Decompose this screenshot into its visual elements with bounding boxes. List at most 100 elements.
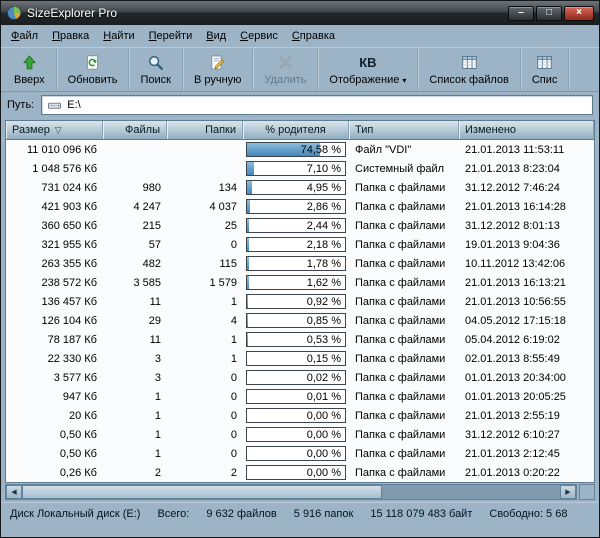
cell-modified: 01.01.2013 20:05:25	[459, 387, 594, 406]
column-header-files[interactable]: Файлы	[103, 121, 167, 139]
cell-folders: 4	[167, 311, 243, 330]
percent-label: 1,62 %	[307, 276, 341, 289]
cell-folders: 115	[167, 254, 243, 273]
toolbar-button-label: Вверх	[14, 74, 45, 86]
menu-item-правка[interactable]: Правка	[45, 27, 96, 45]
cell-percent: 0,00 %	[243, 406, 349, 425]
cell-modified: 21.01.2013 2:55:19	[459, 406, 594, 425]
cell-folders: 1	[167, 349, 243, 368]
menu-item-сервис[interactable]: Сервис	[233, 27, 285, 45]
cell-folders	[167, 140, 243, 159]
table-row[interactable]: 360 650 Кб215252,44 %Папка с файлами31.1…	[6, 216, 594, 235]
cell-modified: 19.01.2013 9:04:36	[459, 235, 594, 254]
table-row[interactable]: 263 355 Кб4821151,78 %Папка с файлами10.…	[6, 254, 594, 273]
percent-fill	[247, 276, 249, 289]
table-row[interactable]: 11 010 096 Кб74,58 %Файл "VDI"21.01.2013…	[6, 140, 594, 159]
table-row[interactable]: 78 187 Кб1110,53 %Папка с файлами05.04.2…	[6, 330, 594, 349]
table-row[interactable]: 0,26 Кб220,00 %Папка с файлами21.01.2013…	[6, 463, 594, 482]
percent-progress-bar: 0,00 %	[246, 465, 346, 480]
percent-label: 74,58 %	[301, 143, 341, 156]
title-bar[interactable]: SizeExplorer Pro –□×	[1, 1, 599, 25]
kb-text-icon: КВ	[359, 54, 376, 71]
path-input[interactable]: E:\	[41, 95, 593, 115]
cell-size: 0,26 Кб	[6, 463, 103, 482]
column-header-folders[interactable]: Папки	[167, 121, 243, 139]
table-row[interactable]: 3 577 Кб300,02 %Папка с файлами01.01.201…	[6, 368, 594, 387]
table-row[interactable]: 1 048 576 Кб7,10 %Системный файл21.01.20…	[6, 159, 594, 178]
cell-modified: 10.11.2012 13:42:06	[459, 254, 594, 273]
cell-folders: 1	[167, 330, 243, 349]
percent-label: 0,00 %	[307, 409, 341, 422]
scroll-track[interactable]	[22, 485, 560, 499]
percent-label: 2,44 %	[307, 219, 341, 232]
percent-label: 0,53 %	[307, 333, 341, 346]
cell-files: 1	[103, 406, 167, 425]
cell-percent: 0,85 %	[243, 311, 349, 330]
toolbar-button-label: Спис	[532, 74, 558, 86]
delete-icon	[277, 54, 294, 71]
cell-type: Папка с файлами	[349, 368, 459, 387]
manual-button[interactable]: В ручную	[183, 49, 253, 90]
cell-modified: 01.01.2013 20:34:00	[459, 368, 594, 387]
search-button[interactable]: Поиск	[129, 49, 182, 90]
table-row[interactable]: 0,50 Кб100,00 %Папка с файлами31.12.2012…	[6, 425, 594, 444]
cell-type: Системный файл	[349, 159, 459, 178]
cell-files: 11	[103, 292, 167, 311]
menu-item-найти[interactable]: Найти	[96, 27, 141, 45]
percent-progress-bar: 2,86 %	[246, 199, 346, 214]
table-row[interactable]: 20 Кб100,00 %Папка с файлами21.01.2013 2…	[6, 406, 594, 425]
cell-type: Папка с файлами	[349, 406, 459, 425]
file-list-button[interactable]: Список файлов	[418, 49, 520, 90]
menu-item-перейти[interactable]: Перейти	[142, 27, 200, 45]
app-icon	[6, 5, 22, 21]
table-row[interactable]: 22 330 Кб310,15 %Папка с файлами02.01.20…	[6, 349, 594, 368]
cell-percent: 0,92 %	[243, 292, 349, 311]
menu-item-вид[interactable]: Вид	[199, 27, 233, 45]
scroll-left-arrow-icon[interactable]: ◀	[6, 485, 22, 499]
delete-button[interactable]: Удалить	[253, 49, 318, 90]
scroll-right-arrow-icon[interactable]: ▶	[560, 485, 576, 499]
cell-size: 20 Кб	[6, 406, 103, 425]
table-row[interactable]: 947 Кб100,01 %Папка с файлами01.01.2013 …	[6, 387, 594, 406]
cell-modified: 21.01.2013 16:14:28	[459, 197, 594, 216]
cell-size: 731 024 Кб	[6, 178, 103, 197]
cell-size: 421 903 Кб	[6, 197, 103, 216]
percent-fill	[247, 200, 250, 213]
horizontal-scrollbar[interactable]: ◀ ▶	[5, 484, 577, 500]
column-header-size[interactable]: Размер▽	[6, 121, 103, 139]
table-row[interactable]: 321 955 Кб5702,18 %Папка с файлами19.01.…	[6, 235, 594, 254]
table-row[interactable]: 126 104 Кб2940,85 %Папка с файлами04.05.…	[6, 311, 594, 330]
cell-modified: 31.12.2012 7:46:24	[459, 178, 594, 197]
window-resize-edge	[1, 524, 599, 537]
table-row[interactable]: 0,50 Кб100,00 %Папка с файлами21.01.2013…	[6, 444, 594, 463]
file-list-2-button[interactable]: Спис	[521, 49, 570, 90]
table-row[interactable]: 136 457 Кб1110,92 %Папка с файлами21.01.…	[6, 292, 594, 311]
cell-type: Файл "VDI"	[349, 140, 459, 159]
column-header-type[interactable]: Тип	[349, 121, 459, 139]
column-header-percent[interactable]: % родителя	[243, 121, 349, 139]
menu-item-файл[interactable]: Файл	[4, 27, 45, 45]
file-list-icon	[461, 54, 478, 71]
column-header-label: Папки	[205, 124, 236, 136]
maximize-button[interactable]: □	[536, 6, 562, 21]
percent-fill	[247, 219, 249, 232]
cell-percent: 0,00 %	[243, 444, 349, 463]
display-mode-button[interactable]: КВОтображение▾	[318, 49, 418, 90]
cell-size: 11 010 096 Кб	[6, 140, 103, 159]
up-button[interactable]: Вверх	[3, 49, 57, 90]
scroll-thumb[interactable]	[22, 485, 382, 499]
menu-item-справка[interactable]: Справка	[285, 27, 342, 45]
percent-label: 1,78 %	[307, 257, 341, 270]
minimize-button[interactable]: –	[508, 6, 534, 21]
close-button[interactable]: ×	[564, 6, 594, 21]
status-segment-5: Свободно: 5 68	[489, 508, 567, 520]
cell-modified: 21.01.2013 2:12:45	[459, 444, 594, 463]
column-header-modified[interactable]: Изменено	[459, 121, 594, 139]
cell-percent: 7,10 %	[243, 159, 349, 178]
refresh-button[interactable]: Обновить	[57, 49, 130, 90]
cell-folders: 1	[167, 292, 243, 311]
table-row[interactable]: 731 024 Кб9801344,95 %Папка с файлами31.…	[6, 178, 594, 197]
table-row[interactable]: 238 572 Кб3 5851 5791,62 %Папка с файлам…	[6, 273, 594, 292]
table-row[interactable]: 421 903 Кб4 2474 0372,86 %Папка с файлам…	[6, 197, 594, 216]
cell-percent: 0,15 %	[243, 349, 349, 368]
